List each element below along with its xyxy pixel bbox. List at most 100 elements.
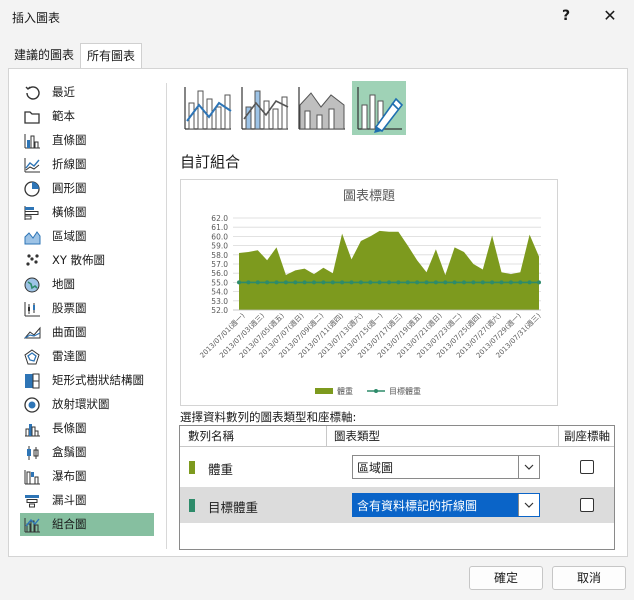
pie-chart-icon <box>23 180 41 198</box>
sidebar-item-column-chart[interactable]: 直條圖 <box>20 129 154 152</box>
line-marker <box>293 280 298 285</box>
cancel-button[interactable]: 取消 <box>552 566 626 590</box>
legend-marker-target <box>374 389 378 393</box>
chart-preview-svg: 圖表標題 62.061.060.059.058.057.056.055.054.0… <box>198 189 543 396</box>
bar-chart-icon <box>23 204 41 222</box>
funnel-chart-icon <box>23 492 41 510</box>
sidebar-item-recent[interactable]: 最近 <box>20 81 154 104</box>
y-tick-label: 59.0 <box>211 242 228 251</box>
y-tick-label: 53.0 <box>211 297 228 306</box>
sidebar-item-label: 地圖 <box>52 277 75 291</box>
divider <box>558 426 559 446</box>
waterfall-chart-icon <box>23 468 41 486</box>
treemap-chart-icon <box>23 372 41 390</box>
line-marker <box>246 280 251 285</box>
tab-all-charts[interactable]: 所有圖表 <box>80 43 143 69</box>
sidebar-item-scatter-chart[interactable]: XY 散佈圖 <box>20 249 154 272</box>
line-marker <box>471 280 476 285</box>
chevron-down-icon[interactable] <box>518 494 539 516</box>
secondary-axis-checkbox[interactable] <box>580 460 594 474</box>
sidebar-item-label: 橫條圖 <box>52 205 87 219</box>
chevron-down-icon[interactable] <box>518 456 539 478</box>
sidebar-item-funnel-chart[interactable]: 漏斗圖 <box>20 489 154 512</box>
sidebar-item-label: 漏斗圖 <box>52 493 87 507</box>
surface-chart-icon <box>23 324 41 342</box>
series-table: 數列名稱 圖表類型 副座標軸 體重 區域圖 目標體重 含有資料標記的折線圖 <box>179 425 615 550</box>
chart-preview: 圖表標題 62.0 61.0 60.0 59.0 58.0 57.0 56.0 55.0 54.0… <box>180 179 558 406</box>
divider <box>166 83 167 549</box>
sidebar-item-sunburst-chart[interactable]: 放射環狀圖 <box>20 393 154 416</box>
sidebar-item-label: 股票圖 <box>52 301 87 315</box>
combo-subtype-title: 自訂組合 <box>180 153 241 171</box>
line-marker <box>499 280 504 285</box>
header-secondary-axis: 副座標軸 <box>564 429 610 443</box>
sidebar-item-line-chart[interactable]: 折線圖 <box>20 153 154 176</box>
header-chart-type: 圖表類型 <box>334 429 380 443</box>
sidebar-item-label: 盒鬚圖 <box>52 445 87 459</box>
y-tick-label: 56.0 <box>211 269 228 278</box>
series-color-swatch <box>189 461 195 474</box>
y-tick-label: 62.0 <box>211 214 228 223</box>
combo-thumb-column-line-secondary[interactable] <box>238 81 292 135</box>
line-marker <box>405 280 410 285</box>
combo-chart-icon <box>23 516 41 534</box>
sidebar-item-label: 組合圖 <box>52 517 87 531</box>
sidebar-item-bar-chart[interactable]: 橫條圖 <box>20 201 154 224</box>
sidebar-item-radar-chart[interactable]: 雷達圖 <box>20 345 154 368</box>
y-tick-label: 52.0 <box>211 306 228 315</box>
y-tick-label: 60.0 <box>211 232 228 241</box>
line-marker <box>358 280 363 285</box>
line-marker <box>433 280 438 285</box>
line-marker <box>330 280 335 285</box>
sidebar-item-histogram-chart[interactable]: 長條圖 <box>20 417 154 440</box>
sidebar-item-map-chart[interactable]: 地圖 <box>20 273 154 296</box>
line-marker <box>490 280 495 285</box>
sunburst-chart-icon <box>23 396 41 414</box>
divider <box>326 426 327 446</box>
line-marker <box>518 280 523 285</box>
combo-thumb-custom[interactable] <box>352 81 406 135</box>
combo-thumb-area-column[interactable] <box>295 81 349 135</box>
tab-recommended-charts[interactable]: 建議的圖表 <box>8 43 80 67</box>
line-marker <box>396 280 401 285</box>
legend-swatch-weight <box>315 388 333 394</box>
secondary-axis-checkbox[interactable] <box>580 498 594 512</box>
series-name: 體重 <box>208 462 234 477</box>
line-marker <box>368 280 373 285</box>
line-marker <box>462 280 466 285</box>
y-tick-label: 54.0 <box>211 288 228 297</box>
chart-type-value: 區域圖 <box>357 461 394 475</box>
close-button[interactable]: ✕ <box>596 4 624 28</box>
chart-type-dropdown[interactable]: 區域圖 <box>352 455 540 479</box>
sidebar-item-label: 矩形式樹狀結構圖 <box>52 373 144 387</box>
line-marker <box>415 280 420 285</box>
sidebar-item-stock-chart[interactable]: 股票圖 <box>20 297 154 320</box>
stock-chart-icon <box>23 300 41 318</box>
help-button[interactable]: ? <box>552 4 580 28</box>
line-marker <box>508 280 513 285</box>
line-marker <box>302 280 307 285</box>
combo-thumb-clustered-column-line[interactable] <box>181 81 235 135</box>
ok-button[interactable]: 確定 <box>469 566 543 590</box>
sidebar-item-treemap-chart[interactable]: 矩形式樹狀結構圖 <box>20 369 154 392</box>
sidebar-item-pie-chart[interactable]: 圓形圖 <box>20 177 154 200</box>
sidebar-item-area-chart[interactable]: 區域圖 <box>20 225 154 248</box>
line-marker <box>274 280 279 285</box>
line-marker <box>340 280 345 285</box>
header-series-name: 數列名稱 <box>188 429 234 443</box>
line-marker <box>443 280 448 285</box>
column-chart-icon <box>23 132 41 150</box>
legend-label-target: 目標體重 <box>389 386 421 396</box>
line-chart-icon <box>23 156 41 174</box>
sidebar-item-combo-chart[interactable]: 組合圖 <box>20 513 154 536</box>
sidebar-item-label: 圓形圖 <box>52 181 87 195</box>
line-marker <box>480 280 485 285</box>
sidebar-item-surface-chart[interactable]: 曲面圖 <box>20 321 154 344</box>
sidebar-item-box-whisker-chart[interactable]: 盒鬚圖 <box>20 441 154 464</box>
sidebar-item-waterfall-chart[interactable]: 瀑布圖 <box>20 465 154 488</box>
chart-type-dropdown[interactable]: 含有資料標記的折線圖 <box>352 493 540 517</box>
recent-icon <box>23 84 41 102</box>
sidebar-item-folder[interactable]: 範本 <box>20 105 154 128</box>
y-tick-label: 58.0 <box>211 251 228 260</box>
series-name: 目標體重 <box>208 500 259 515</box>
